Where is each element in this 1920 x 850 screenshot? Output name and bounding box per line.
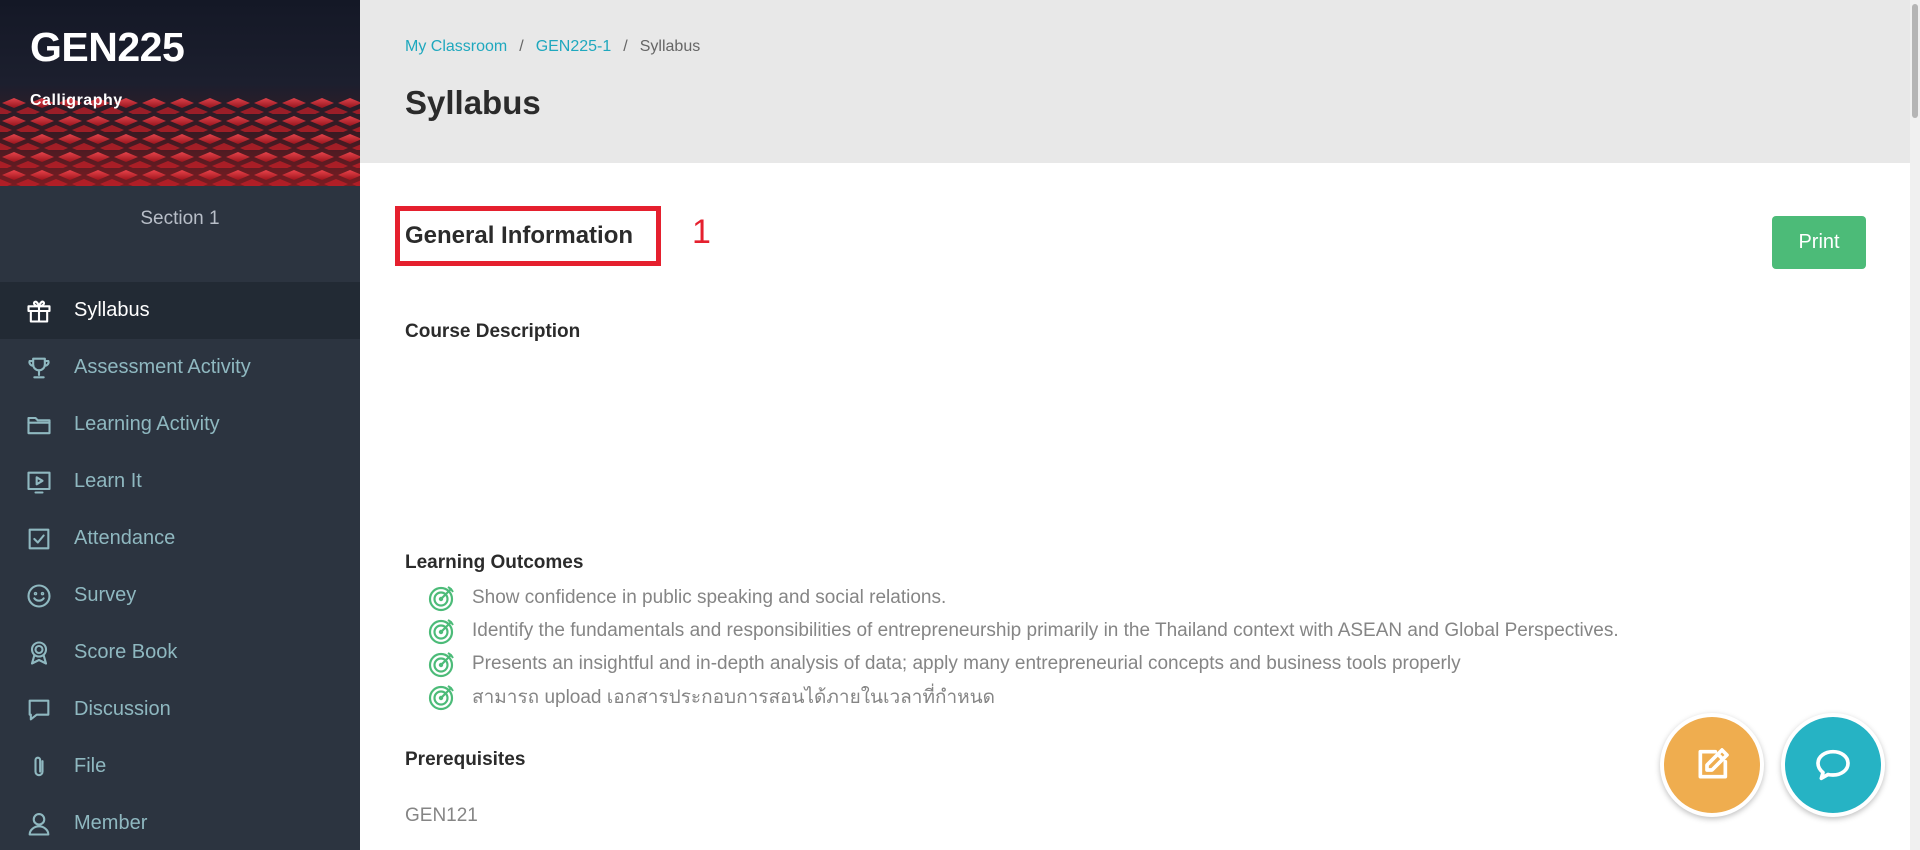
- list-item: Identify the fundamentals and responsibi…: [428, 614, 1619, 647]
- folder-icon: [24, 410, 54, 440]
- sidebar-item-label: Learning Activity: [74, 413, 220, 435]
- award-icon: [24, 638, 54, 668]
- sidebar-item-label: Score Book: [74, 641, 178, 663]
- course-banner: GEN225 Calligraphy: [0, 0, 360, 186]
- course-name: Calligraphy: [30, 92, 123, 109]
- scrollbar-track[interactable]: [1910, 0, 1920, 850]
- target-icon: [428, 683, 456, 711]
- chat-bubble-icon: [24, 695, 54, 725]
- sidebar-item-learn-it[interactable]: Learn It: [0, 453, 360, 510]
- user-icon: [24, 809, 54, 839]
- breadcrumb: My Classroom / GEN225-1 / Syllabus: [405, 38, 700, 56]
- sidebar-item-label: Survey: [74, 584, 137, 606]
- sidebar-item-label: Discussion: [74, 698, 171, 720]
- general-information-heading: General Information: [405, 222, 634, 249]
- sidebar-item-label: Member: [74, 812, 148, 834]
- target-icon: [428, 584, 456, 612]
- smiley-icon: [24, 581, 54, 611]
- chat-button[interactable]: [1781, 713, 1885, 817]
- page-title: Syllabus: [405, 84, 541, 121]
- course-description-heading: Course Description: [405, 321, 581, 342]
- sidebar-item-assessment-activity[interactable]: Assessment Activity: [0, 339, 360, 396]
- gift-icon: [24, 296, 54, 326]
- trophy-icon: [24, 353, 54, 383]
- sidebar-item-label: File: [74, 755, 107, 777]
- page-header: My Classroom / GEN225-1 / Syllabus Syllabus: [360, 0, 1910, 163]
- learning-outcome-text: สามารถ upload เอกสารประกอบการสอนได้ภายใน…: [472, 686, 995, 708]
- learning-outcome-text: Identify the fundamentals and responsibi…: [472, 619, 1619, 641]
- learning-outcome-text: Show confidence in public speaking and s…: [472, 586, 947, 608]
- chat-icon: [1816, 749, 1850, 781]
- sidebar-item-learning-activity[interactable]: Learning Activity: [0, 396, 360, 453]
- breadcrumb-current: Syllabus: [639, 38, 701, 55]
- video-icon: [24, 467, 54, 497]
- sidebar-item-attendance[interactable]: Attendance: [0, 510, 360, 567]
- sidebar-item-discussion[interactable]: Discussion: [0, 681, 360, 738]
- sidebar-item-file[interactable]: File: [0, 738, 360, 795]
- sidebar-nav: Syllabus Assessment Activity Learning Ac…: [0, 282, 360, 850]
- prerequisites-heading: Prerequisites: [405, 749, 526, 770]
- target-icon: [428, 617, 456, 645]
- target-icon: [428, 650, 456, 678]
- sidebar-item-label: Assessment Activity: [74, 356, 251, 378]
- print-button[interactable]: Print: [1772, 216, 1866, 269]
- learning-outcomes-list: Show confidence in public speaking and s…: [428, 581, 1619, 713]
- learning-outcome-text: Presents an insightful and in-depth anal…: [472, 652, 1461, 674]
- annotation-number: 1: [692, 213, 711, 251]
- list-item: Presents an insightful and in-depth anal…: [428, 647, 1619, 680]
- breadcrumb-separator: /: [519, 38, 524, 55]
- sidebar: GEN225 Calligraphy Section 1 Syllabus As…: [0, 0, 360, 850]
- course-code: GEN225: [30, 24, 185, 70]
- sidebar-item-score-book[interactable]: Score Book: [0, 624, 360, 681]
- sidebar-item-label: Learn It: [74, 470, 142, 492]
- learning-outcomes-heading: Learning Outcomes: [405, 552, 584, 573]
- edit-icon: [1698, 748, 1729, 779]
- breadcrumb-my-classroom[interactable]: My Classroom: [405, 38, 507, 55]
- sidebar-item-survey[interactable]: Survey: [0, 567, 360, 624]
- scrollbar-thumb[interactable]: [1912, 4, 1918, 118]
- section-label: Section 1: [140, 208, 220, 229]
- list-item: Show confidence in public speaking and s…: [428, 581, 1619, 614]
- checkbox-icon: [24, 524, 54, 554]
- breadcrumb-course-section[interactable]: GEN225-1: [536, 38, 612, 55]
- sidebar-item-label: Attendance: [74, 527, 176, 549]
- paperclip-icon: [24, 752, 54, 782]
- prerequisites-value: GEN121: [405, 805, 478, 826]
- list-item: สามารถ upload เอกสารประกอบการสอนได้ภายใน…: [428, 680, 1619, 713]
- sidebar-item-label: Syllabus: [74, 299, 150, 321]
- sidebar-item-syllabus[interactable]: Syllabus: [0, 282, 360, 339]
- edit-note-button[interactable]: [1660, 713, 1764, 817]
- breadcrumb-separator: /: [623, 38, 628, 55]
- sidebar-item-member[interactable]: Member: [0, 795, 360, 850]
